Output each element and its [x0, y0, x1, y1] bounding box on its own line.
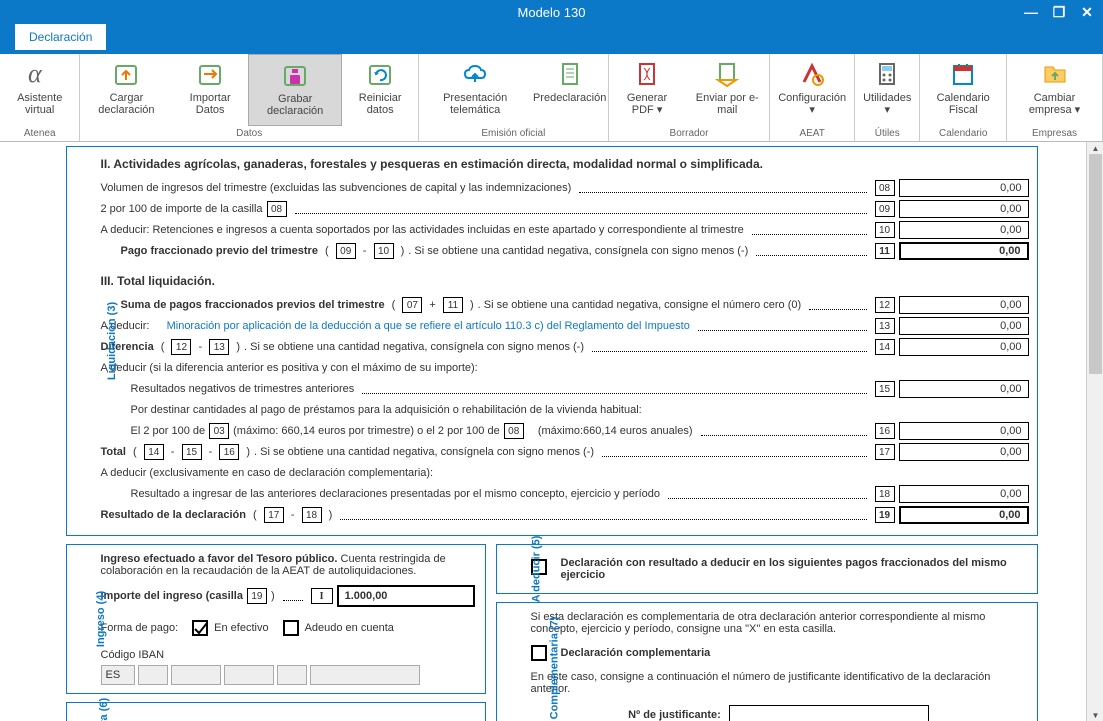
enviar-email-button[interactable]: Enviar por e-mail	[685, 54, 769, 126]
checkbox-efectivo[interactable]	[192, 620, 208, 636]
svg-text:α: α	[28, 60, 43, 88]
checkbox-complementaria[interactable]	[531, 645, 547, 661]
vertical-scrollbar[interactable]: ▲ ▼	[1086, 142, 1103, 721]
predeclaracion-button[interactable]: Predeclaración	[531, 54, 607, 126]
calendario-fiscal-button[interactable]: Calendario Fiscal	[920, 54, 1006, 126]
scroll-down-icon[interactable]: ▼	[1087, 709, 1103, 721]
reload-icon	[364, 58, 396, 90]
load-icon	[110, 58, 142, 90]
cambiar-empresa-button[interactable]: Cambiar empresa ▾	[1007, 54, 1102, 126]
field-09[interactable]: 0,00	[899, 200, 1029, 218]
side-a-deducir: A deducir (5)	[530, 536, 542, 603]
panel-negativa: Negativa (6) Declaración negativa	[66, 702, 486, 721]
tab-declaracion[interactable]: Declaración	[15, 24, 106, 50]
save-icon	[279, 59, 311, 91]
cloud-upload-icon	[459, 58, 491, 90]
iban-input[interactable]: ES	[101, 665, 475, 685]
field-17[interactable]: 0,00	[899, 443, 1029, 461]
box-11: 11	[875, 243, 895, 259]
field-16[interactable]: 0,00	[899, 422, 1029, 440]
calendar-icon	[947, 58, 979, 90]
panel-liquidacion: Liquidación (3) II. Actividades agrícola…	[66, 146, 1038, 536]
presentacion-telematica-button[interactable]: Presentación telemática	[419, 54, 532, 126]
pdf-icon	[631, 58, 663, 90]
field-15[interactable]: 0,00	[899, 380, 1029, 398]
box-09: 09	[875, 201, 895, 217]
close-button[interactable]: ✕	[1073, 0, 1101, 24]
section-3-title: III. Total liquidación.	[101, 274, 1029, 288]
window-title: Modelo 130	[518, 5, 586, 20]
field-19[interactable]: 0,00	[899, 506, 1029, 524]
alpha-icon: α	[24, 58, 56, 90]
cargar-declaracion-button[interactable]: Cargar declaración	[80, 54, 172, 126]
field-08[interactable]: 0,00	[899, 179, 1029, 197]
box-18: 18	[875, 486, 895, 502]
scroll-up-icon[interactable]: ▲	[1087, 142, 1103, 154]
folder-icon	[1039, 58, 1071, 90]
side-negativa: Negativa (6)	[98, 698, 110, 721]
generar-pdf-button[interactable]: Generar PDF ▾	[609, 54, 685, 126]
field-11[interactable]: 0,00	[899, 242, 1029, 260]
box-15: 15	[875, 381, 895, 397]
title-bar: Modelo 130 — ❐ ✕	[0, 0, 1103, 24]
importar-datos-button[interactable]: Importar Datos	[172, 54, 247, 126]
box-12: 12	[875, 297, 895, 313]
calculator-icon	[871, 58, 903, 90]
minoracion-link[interactable]: Minoración por aplicación de la deducció…	[167, 320, 690, 332]
box-13: 13	[875, 318, 895, 334]
ribbon-tabs: Declaración	[0, 24, 1103, 54]
importe-ingreso-field[interactable]: 1.000,00	[337, 585, 475, 607]
scrollbar-thumb[interactable]	[1089, 154, 1102, 374]
checkbox-adeudo[interactable]	[283, 620, 299, 636]
box-17: 17	[875, 444, 895, 460]
box-08: 08	[875, 180, 895, 196]
maximize-button[interactable]: ❐	[1045, 0, 1073, 24]
panel-a-deducir: A deducir (5) Declaración con resultado …	[496, 544, 1038, 594]
box-10: 10	[875, 222, 895, 238]
ribbon: α Asistente virtual Atenea Cargar declar…	[0, 54, 1103, 142]
minimize-button[interactable]: —	[1017, 0, 1045, 24]
box-14: 14	[875, 339, 895, 355]
side-ingreso: Ingreso (4)	[95, 591, 107, 647]
configuracion-button[interactable]: Configuración ▾	[770, 54, 854, 126]
field-13[interactable]: 0,00	[899, 317, 1029, 335]
box-16: 16	[875, 423, 895, 439]
justificante-input[interactable]	[729, 705, 929, 721]
section-2-title: II. Actividades agrícolas, ganaderas, fo…	[101, 157, 1029, 171]
field-10[interactable]: 0,00	[899, 221, 1029, 239]
form-area: Liquidación (3) II. Actividades agrícola…	[0, 142, 1103, 721]
utilidades-button[interactable]: Utilidades ▾	[855, 54, 919, 126]
grabar-declaracion-button[interactable]: Grabar declaración	[248, 54, 343, 126]
field-18[interactable]: 0,00	[899, 485, 1029, 503]
field-14[interactable]: 0,00	[899, 338, 1029, 356]
side-liquidacion: Liquidación (3)	[106, 302, 118, 380]
import-icon	[194, 58, 226, 90]
asistente-virtual-button[interactable]: α Asistente virtual	[0, 54, 79, 126]
box-19: 19	[875, 507, 895, 523]
panel-ingreso: Ingreso (4) Ingreso efectuado a favor de…	[66, 544, 486, 694]
email-icon	[711, 58, 743, 90]
aeat-icon	[796, 58, 828, 90]
side-complementaria: Complementaria (7)	[548, 617, 560, 720]
field-12[interactable]: 0,00	[899, 296, 1029, 314]
panel-complementaria: Complementaria (7) Si esta declaración e…	[496, 602, 1038, 721]
document-icon	[554, 58, 586, 90]
reiniciar-datos-button[interactable]: Reiniciar datos	[342, 54, 418, 126]
